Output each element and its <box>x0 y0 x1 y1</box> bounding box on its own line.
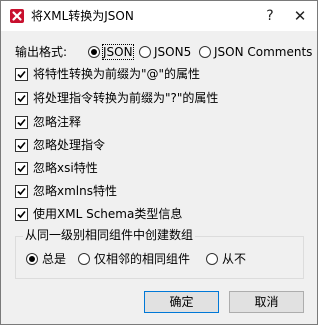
array-always-label[interactable]: 总是 <box>42 252 66 266</box>
checkmark-icon <box>17 94 26 103</box>
cancel-button[interactable]: 取消 <box>229 291 304 313</box>
ignore-processing-instructions-checkbox[interactable] <box>15 139 28 152</box>
attributes-to-at-properties-checkbox[interactable] <box>15 68 28 81</box>
format-json5-label[interactable]: JSON5 <box>154 45 191 59</box>
use-xml-schema-type-info-checkbox[interactable] <box>15 208 28 221</box>
app-icon <box>10 9 24 23</box>
checkmark-icon <box>17 118 26 127</box>
array-creation-group-title: 从同一级别相同组件中创建数组 <box>23 228 196 242</box>
close-icon[interactable]: ✕ <box>291 7 309 25</box>
array-adjacent-only-label[interactable]: 仅相邻的相同组件 <box>94 252 190 266</box>
dialog-window: 将XML转换为JSON ? ✕ 输出格式: JSON JSON5 JSON Co… <box>0 0 318 325</box>
format-json5-radio[interactable] <box>139 46 151 58</box>
help-icon[interactable]: ? <box>261 7 279 25</box>
format-json-label[interactable]: JSON <box>102 44 134 60</box>
ignore-comments-checkbox[interactable] <box>15 116 28 129</box>
ignore-xsi-attributes-label[interactable]: 忽略xsi特性 <box>33 161 98 175</box>
ignore-xsi-attributes-checkbox[interactable] <box>15 162 28 175</box>
checkmark-icon <box>17 164 26 173</box>
ignore-processing-instructions-label[interactable]: 忽略处理指令 <box>33 138 105 152</box>
format-json-comments-label[interactable]: JSON Comments <box>214 45 312 59</box>
use-xml-schema-type-info-label[interactable]: 使用XML Schema类型信息 <box>33 207 182 221</box>
array-never-radio[interactable] <box>206 253 218 265</box>
ignore-comments-label[interactable]: 忽略注释 <box>33 115 81 129</box>
checkmark-icon <box>17 187 26 196</box>
pi-to-question-properties-label[interactable]: 将处理指令转换为前缀为"?"的属性 <box>33 91 218 105</box>
array-adjacent-only-radio[interactable] <box>78 253 90 265</box>
checkmark-icon <box>17 70 26 79</box>
format-json-radio[interactable] <box>88 46 100 58</box>
format-json-comments-radio[interactable] <box>199 46 211 58</box>
checkmark-icon <box>17 210 26 219</box>
output-format-label: 输出格式: <box>15 45 68 59</box>
attributes-to-at-properties-label[interactable]: 将特性转换为前缀为"@"的属性 <box>33 67 200 81</box>
ok-button[interactable]: 确定 <box>144 291 219 313</box>
pi-to-question-properties-checkbox[interactable] <box>15 92 28 105</box>
array-always-radio[interactable] <box>26 253 38 265</box>
checkmark-icon <box>17 141 26 150</box>
window-title: 将XML转换为JSON <box>31 9 134 23</box>
ignore-xmlns-attributes-checkbox[interactable] <box>15 185 28 198</box>
array-never-label[interactable]: 从不 <box>222 252 246 266</box>
ignore-xmlns-attributes-label[interactable]: 忽略xmlns特性 <box>33 184 117 198</box>
title-bar: 将XML转换为JSON ? ✕ <box>1 1 317 31</box>
